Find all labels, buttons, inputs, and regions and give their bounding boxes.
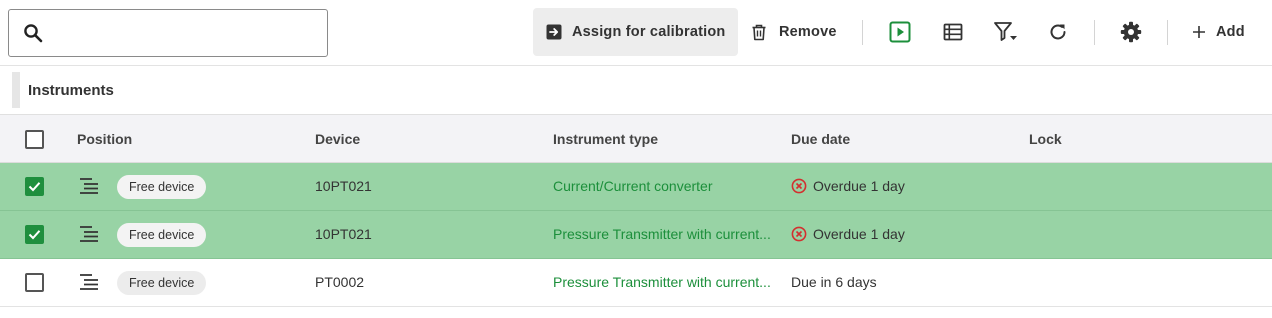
toolbar: Assign for calibration Remove Add xyxy=(0,0,1272,66)
refresh-button[interactable] xyxy=(1045,19,1071,45)
section-title: Instruments xyxy=(28,81,114,99)
add-label: Add xyxy=(1216,24,1245,40)
free-device-tag: Free device xyxy=(117,223,207,247)
device-cell: PT0002 xyxy=(315,274,365,290)
assign-icon xyxy=(546,24,562,40)
position-hierarchy-icon[interactable] xyxy=(79,225,99,243)
position-hierarchy-icon[interactable] xyxy=(79,177,99,195)
instrument-type-link[interactable]: Pressure Transmitter with current... xyxy=(553,226,771,242)
position-hierarchy-icon[interactable] xyxy=(79,273,99,291)
row-checkbox[interactable] xyxy=(25,177,44,196)
device-cell: 10PT021 xyxy=(315,178,372,194)
gear-icon xyxy=(1120,21,1142,43)
overdue-error-icon xyxy=(791,226,807,242)
select-all-checkbox[interactable] xyxy=(25,130,44,149)
instruments-table: Position Device Instrument type Due date… xyxy=(0,114,1272,307)
toolbar-divider xyxy=(1094,20,1095,45)
column-header-position[interactable]: Position xyxy=(77,131,132,147)
column-header-due-date[interactable]: Due date xyxy=(791,131,850,147)
instrument-type-link[interactable]: Current/Current converter xyxy=(553,178,713,194)
row-checkbox[interactable] xyxy=(25,273,44,292)
search-input[interactable] xyxy=(55,18,315,48)
row-checkbox[interactable] xyxy=(25,225,44,244)
remove-label: Remove xyxy=(779,24,837,40)
toolbar-divider xyxy=(1167,20,1168,45)
due-date-cell: Due in 6 days xyxy=(791,274,877,290)
add-button[interactable]: Add xyxy=(1192,8,1245,56)
search-icon xyxy=(24,24,43,43)
table-row[interactable]: Free device PT0002 Pressure Transmitter … xyxy=(0,259,1272,307)
table-header: Position Device Instrument type Due date… xyxy=(0,114,1272,163)
due-date-text: Due in 6 days xyxy=(791,274,877,290)
due-date-cell: Overdue 1 day xyxy=(791,226,905,242)
instrument-type-link[interactable]: Pressure Transmitter with current... xyxy=(553,274,771,290)
plus-icon xyxy=(1193,26,1205,38)
due-date-text: Overdue 1 day xyxy=(813,178,905,194)
column-header-device[interactable]: Device xyxy=(315,131,360,147)
due-date-cell: Overdue 1 day xyxy=(791,178,905,194)
due-date-text: Overdue 1 day xyxy=(813,226,905,242)
section-accent-bar xyxy=(12,72,20,108)
refresh-icon xyxy=(1050,24,1066,40)
free-device-tag: Free device xyxy=(117,175,207,199)
table-row[interactable]: Free device 10PT021 Current/Current conv… xyxy=(0,163,1272,211)
play-square-icon xyxy=(889,21,911,43)
trash-icon xyxy=(752,24,766,40)
section-header: Instruments xyxy=(12,72,114,108)
column-header-lock[interactable]: Lock xyxy=(1029,131,1062,147)
assign-label: Assign for calibration xyxy=(572,24,726,40)
checkmark-icon xyxy=(28,182,41,192)
filter-button[interactable] xyxy=(993,19,1019,45)
run-button[interactable] xyxy=(887,19,913,45)
overdue-error-icon xyxy=(791,178,807,194)
device-cell: 10PT021 xyxy=(315,226,372,242)
toolbar-divider xyxy=(862,20,863,45)
search-box[interactable] xyxy=(8,9,328,57)
list-view-button[interactable] xyxy=(940,19,966,45)
remove-button[interactable]: Remove xyxy=(751,8,837,56)
column-header-instrument-type[interactable]: Instrument type xyxy=(553,131,658,147)
table-row[interactable]: Free device 10PT021 Pressure Transmitter… xyxy=(0,211,1272,259)
free-device-tag: Free device xyxy=(117,271,207,295)
table-list-icon xyxy=(943,23,963,41)
checkmark-icon xyxy=(28,230,41,240)
assign-for-calibration-button[interactable]: Assign for calibration xyxy=(533,8,738,56)
filter-icon xyxy=(994,22,1017,41)
settings-button[interactable] xyxy=(1118,19,1144,45)
